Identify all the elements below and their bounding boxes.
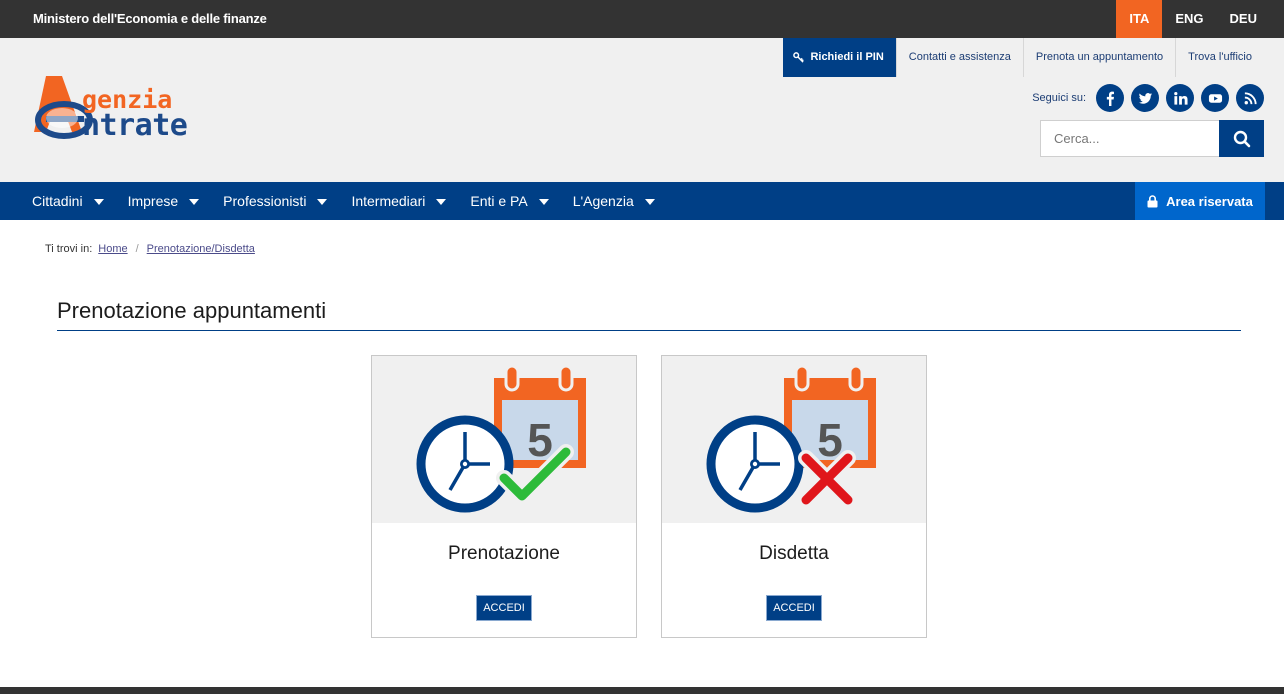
social-links: Seguici su: xyxy=(1032,84,1264,112)
facebook-icon[interactable] xyxy=(1096,84,1124,112)
book-appointment-link[interactable]: Prenota un appuntamento xyxy=(1022,38,1175,77)
chevron-down-icon xyxy=(538,198,549,205)
utility-links: Richiedi il PIN Contatti e assistenza Pr… xyxy=(783,38,1264,77)
card-title: Prenotazione xyxy=(448,543,560,564)
calendar-clock-check-icon: 5 xyxy=(416,364,586,513)
card-image: 5 xyxy=(372,356,636,523)
breadcrumb-prefix: Ti trovi in: xyxy=(45,243,93,255)
ministry-bar: Ministero dell'Economia e delle finanze … xyxy=(0,0,1284,38)
chevron-down-icon xyxy=(93,198,104,205)
nav-imprese[interactable]: Imprese xyxy=(116,182,212,220)
title-divider xyxy=(57,330,1241,331)
page-title: Prenotazione appuntamenti xyxy=(57,298,327,323)
key-icon xyxy=(793,52,805,63)
reserved-area-label: Area riservata xyxy=(1166,193,1253,209)
breadcrumb-home[interactable]: Home xyxy=(98,243,127,255)
footer-bar xyxy=(0,687,1284,694)
twitter-icon[interactable] xyxy=(1131,84,1159,112)
nav-intermediari[interactable]: Intermediari xyxy=(339,182,458,220)
breadcrumb-separator: / xyxy=(135,243,139,255)
request-pin-label: Richiedi il PIN xyxy=(810,51,884,63)
nav-enti-pa[interactable]: Enti e PA xyxy=(458,182,560,220)
rss-icon[interactable] xyxy=(1236,84,1264,112)
chevron-down-icon xyxy=(189,198,200,205)
lang-deu[interactable]: DEU xyxy=(1217,0,1270,38)
search-button[interactable] xyxy=(1219,120,1264,157)
request-pin-button[interactable]: Richiedi il PIN xyxy=(783,38,896,77)
main-navigation: Cittadini Imprese Professionisti Interme… xyxy=(0,182,1284,220)
card-title: Disdetta xyxy=(759,543,829,564)
social-label: Seguici su: xyxy=(1032,92,1086,104)
youtube-icon[interactable] xyxy=(1201,84,1229,112)
breadcrumb-current[interactable]: Prenotazione/Disdetta xyxy=(147,243,255,255)
language-switcher: ITA ENG DEU xyxy=(1116,0,1270,38)
chevron-down-icon xyxy=(436,198,447,205)
card-prenotazione: 5 Prenotazione ACCEDI xyxy=(371,355,637,638)
prenotazione-accedi-button[interactable]: ACCEDI xyxy=(476,595,532,621)
breadcrumb: Ti trovi in: Home / Prenotazione/Disdett… xyxy=(45,243,255,255)
lang-eng[interactable]: ENG xyxy=(1162,0,1216,38)
reserved-area-button[interactable]: Area riservata xyxy=(1135,182,1265,220)
disdetta-accedi-button[interactable]: ACCEDI xyxy=(766,595,822,621)
lang-ita[interactable]: ITA xyxy=(1116,0,1163,38)
nav-professionisti[interactable]: Professionisti xyxy=(211,182,339,220)
site-header: genzia ntrate Richiedi il PIN Contatti e… xyxy=(0,38,1284,182)
chevron-down-icon xyxy=(317,198,328,205)
nav-agenzia[interactable]: L'Agenzia xyxy=(561,182,667,220)
contacts-link[interactable]: Contatti e assistenza xyxy=(895,38,1023,77)
chevron-down-icon xyxy=(644,198,655,205)
search-form xyxy=(1040,120,1264,157)
card-disdetta: 5 Disdetta ACCEDI xyxy=(661,355,927,638)
search-input[interactable] xyxy=(1040,120,1219,157)
find-office-link[interactable]: Trova l'ufficio xyxy=(1175,38,1264,77)
ministry-link[interactable]: Ministero dell'Economia e delle finanze xyxy=(33,11,267,26)
linkedin-icon[interactable] xyxy=(1166,84,1194,112)
logo-word-entrate: ntrate xyxy=(82,108,188,143)
card-image: 5 xyxy=(662,356,926,523)
search-icon xyxy=(1233,130,1250,147)
agenzia-entrate-logo[interactable]: genzia ntrate xyxy=(32,74,242,144)
nav-cittadini[interactable]: Cittadini xyxy=(20,182,116,220)
calendar-clock-cross-icon: 5 xyxy=(706,364,876,513)
lock-icon xyxy=(1147,194,1158,207)
